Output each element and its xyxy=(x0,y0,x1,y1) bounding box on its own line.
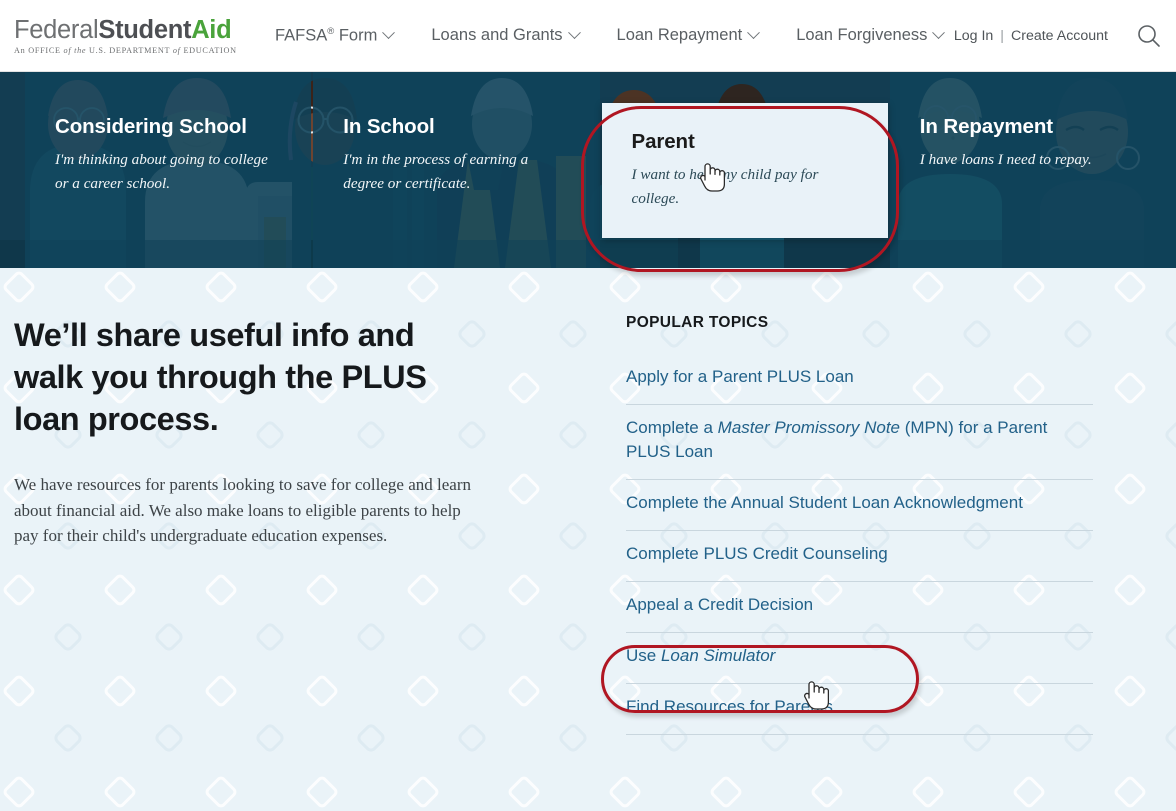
nav-label-loan-forgiveness: Loan Forgiveness xyxy=(796,26,928,44)
nav-item-loan-forgiveness[interactable]: Loan Forgiveness xyxy=(796,26,946,45)
chevron-down-icon xyxy=(567,26,581,40)
logo-tagline-pre: An OFFICE xyxy=(14,45,64,55)
card-title: In School xyxy=(343,115,435,138)
popular-topics-heading: POPULAR TOPICS xyxy=(626,314,769,331)
list-item: Use Loan Simulator xyxy=(626,633,1093,684)
topic-link-complete-mpn[interactable]: Complete a Master Promissory Note (MPN) … xyxy=(626,405,1093,479)
list-item: Appeal a Credit Decision xyxy=(626,582,1093,633)
logo-text-aid: Aid xyxy=(191,15,232,44)
nav-item-loan-repayment[interactable]: Loan Repayment xyxy=(616,26,761,45)
topic-link-use-loan-simulator[interactable]: Use Loan Simulator xyxy=(626,633,1093,683)
nav-label-loan-repayment: Loan Repayment xyxy=(616,26,743,44)
audience-card-row: Considering School I'm thinking about go… xyxy=(0,72,1176,268)
card-subtitle: I'm in the process of earning a degree o… xyxy=(343,151,529,192)
list-item: Find Resources for Parents xyxy=(626,684,1093,735)
card-subtitle: I have loans I need to repay. xyxy=(919,151,1092,168)
nav-item-fafsa-form[interactable]: FAFSA® Form xyxy=(275,25,396,46)
topic-link-annual-student-loan-acknowledgment[interactable]: Complete the Annual Student Loan Acknowl… xyxy=(626,480,1093,530)
search-button[interactable] xyxy=(1126,0,1172,72)
card-title: Parent xyxy=(631,130,695,153)
logo-tagline-mid: U.S. DEPARTMENT xyxy=(86,45,173,55)
card-title: Considering School xyxy=(55,115,247,138)
chevron-down-icon xyxy=(932,26,946,40)
card-subtitle: I want to help my child pay for college. xyxy=(631,166,819,207)
auth-links: Log In | Create Account xyxy=(954,28,1108,44)
list-item: Complete PLUS Credit Counseling xyxy=(626,531,1093,582)
popular-topics-list: Apply for a Parent PLUS Loan Complete a … xyxy=(626,354,1093,735)
list-item: Complete the Annual Student Loan Acknowl… xyxy=(626,480,1093,531)
logo-tagline: An OFFICE of the U.S. DEPARTMENT of EDUC… xyxy=(14,46,250,55)
audience-card-in-repayment[interactable]: In Repayment I have loans I need to repa… xyxy=(889,72,1176,268)
logo-tagline-italic-2: of xyxy=(172,45,181,55)
intro-column: We’ll share useful info and walk you thr… xyxy=(0,314,520,735)
logo-wordmark: FederalStudentAid xyxy=(14,15,250,44)
main-navigation: FAFSA® Form Loans and Grants Loan Repaym… xyxy=(275,26,954,46)
topic-link-find-resources-for-parents[interactable]: Find Resources for Parents xyxy=(626,684,1093,734)
create-account-link[interactable]: Create Account xyxy=(1011,28,1108,44)
popular-topics-column: POPULAR TOPICS Apply for a Parent PLUS L… xyxy=(520,314,1093,735)
site-header: FederalStudentAid An OFFICE of the U.S. … xyxy=(0,0,1176,72)
audience-card-parent[interactable]: Parent I want to help my child pay for c… xyxy=(601,103,888,238)
logo-tagline-italic-1: of the xyxy=(63,45,87,55)
logo-tagline-post: EDUCATION xyxy=(180,45,237,55)
list-item: Complete a Master Promissory Note (MPN) … xyxy=(626,405,1093,480)
topic-link-plus-credit-counseling[interactable]: Complete PLUS Credit Counseling xyxy=(626,531,1093,581)
hero-banner: Considering School I'm thinking about go… xyxy=(0,72,1176,268)
nav-item-loans-and-grants[interactable]: Loans and Grants xyxy=(431,26,581,45)
card-subtitle: I'm thinking about going to college or a… xyxy=(55,151,268,192)
page-body-copy: We have resources for parents looking to… xyxy=(14,475,471,545)
topic-link-appeal-a-credit-decision[interactable]: Appeal a Credit Decision xyxy=(626,582,1093,632)
nav-label-loans-and-grants: Loans and Grants xyxy=(431,26,563,44)
audience-card-considering-school[interactable]: Considering School I'm thinking about go… xyxy=(25,72,312,268)
main-content: We’ll share useful info and walk you thr… xyxy=(0,268,1176,811)
audience-card-in-school[interactable]: In School I'm in the process of earning … xyxy=(313,72,600,268)
topic-link-apply-parent-plus-loan[interactable]: Apply for a Parent PLUS Loan xyxy=(626,354,1093,404)
chevron-down-icon xyxy=(747,26,761,40)
list-item: Apply for a Parent PLUS Loan xyxy=(626,354,1093,405)
logo-text-federal: Federal xyxy=(14,15,99,44)
chevron-down-icon xyxy=(382,26,396,40)
federal-student-aid-logo[interactable]: FederalStudentAid An OFFICE of the U.S. … xyxy=(0,15,250,55)
page-lede-heading: We’ll share useful info and walk you thr… xyxy=(14,317,427,437)
auth-separator: | xyxy=(1000,27,1004,44)
log-in-link[interactable]: Log In xyxy=(954,28,993,44)
nav-label-fafsa-form: FAFSA® Form xyxy=(275,25,378,45)
card-title: In Repayment xyxy=(919,115,1053,138)
logo-text-student: Student xyxy=(98,15,192,44)
search-icon xyxy=(1138,24,1160,47)
